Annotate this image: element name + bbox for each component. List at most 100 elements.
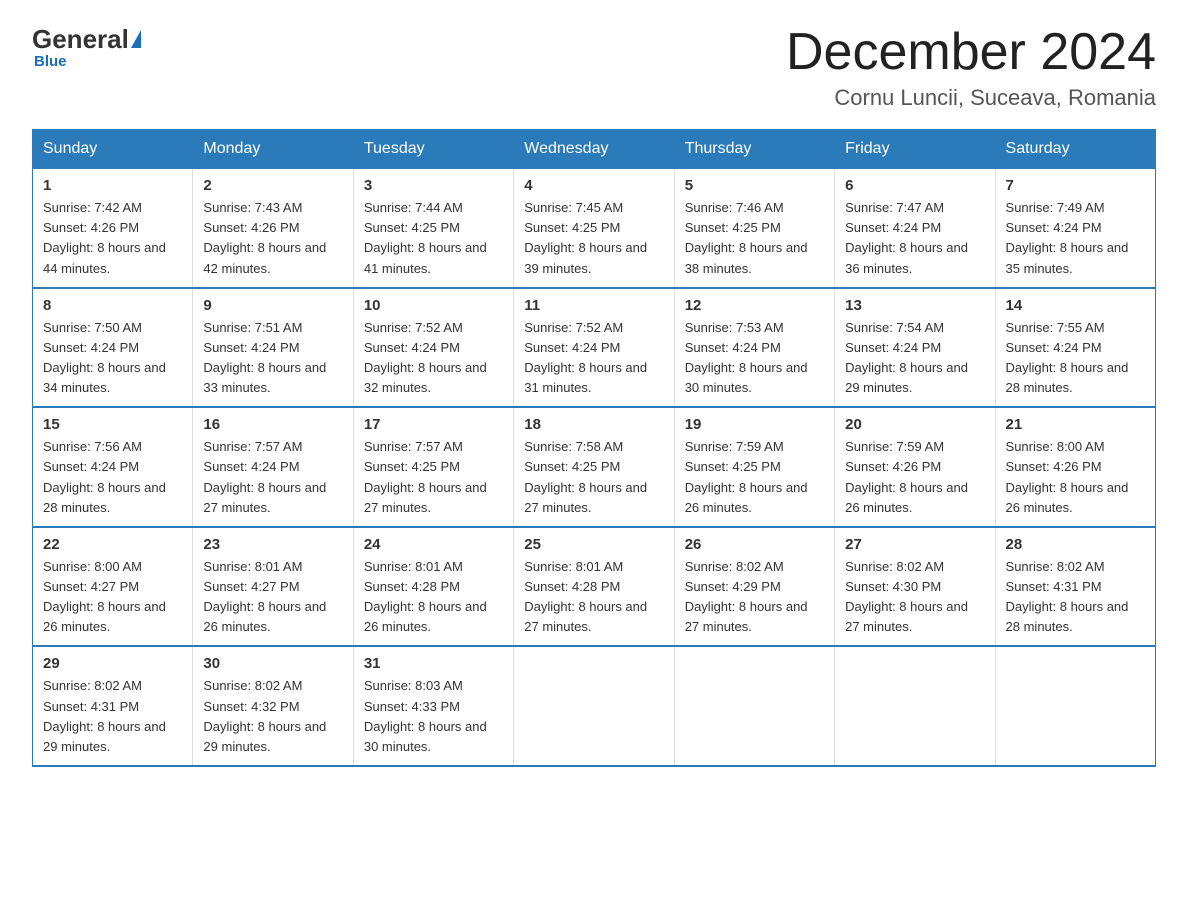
day-number: 9 [203, 297, 342, 314]
day-info: Sunrise: 7:46 AMSunset: 4:25 PMDaylight:… [685, 200, 808, 275]
day-info: Sunrise: 7:55 AMSunset: 4:24 PMDaylight:… [1006, 320, 1129, 395]
header-wednesday: Wednesday [514, 130, 674, 169]
day-info: Sunrise: 8:01 AMSunset: 4:27 PMDaylight:… [203, 559, 326, 634]
day-info: Sunrise: 7:58 AMSunset: 4:25 PMDaylight:… [524, 439, 647, 514]
day-info: Sunrise: 7:49 AMSunset: 4:24 PMDaylight:… [1006, 200, 1129, 275]
calendar-cell: 16 Sunrise: 7:57 AMSunset: 4:24 PMDaylig… [193, 407, 353, 527]
logo: General Blue [32, 24, 141, 70]
calendar-cell: 7 Sunrise: 7:49 AMSunset: 4:24 PMDayligh… [995, 169, 1155, 288]
day-number: 18 [524, 416, 663, 433]
day-number: 27 [845, 536, 984, 553]
day-number: 5 [685, 177, 824, 194]
day-number: 6 [845, 177, 984, 194]
logo-general-text: General [32, 24, 129, 55]
calendar-cell: 8 Sunrise: 7:50 AMSunset: 4:24 PMDayligh… [33, 288, 193, 408]
calendar-header: Sunday Monday Tuesday Wednesday Thursday… [33, 130, 1156, 169]
day-number: 23 [203, 536, 342, 553]
day-info: Sunrise: 8:01 AMSunset: 4:28 PMDaylight:… [364, 559, 487, 634]
calendar-cell: 12 Sunrise: 7:53 AMSunset: 4:24 PMDaylig… [674, 288, 834, 408]
day-number: 24 [364, 536, 503, 553]
header-tuesday: Tuesday [353, 130, 513, 169]
day-info: Sunrise: 7:45 AMSunset: 4:25 PMDaylight:… [524, 200, 647, 275]
day-number: 17 [364, 416, 503, 433]
calendar-cell [514, 646, 674, 766]
calendar-cell: 11 Sunrise: 7:52 AMSunset: 4:24 PMDaylig… [514, 288, 674, 408]
month-title: December 2024 [786, 24, 1156, 81]
logo-blue-part [129, 30, 141, 50]
calendar-cell: 29 Sunrise: 8:02 AMSunset: 4:31 PMDaylig… [33, 646, 193, 766]
calendar-cell: 20 Sunrise: 7:59 AMSunset: 4:26 PMDaylig… [835, 407, 995, 527]
logo-blue-text: Blue [34, 53, 67, 70]
calendar-cell: 27 Sunrise: 8:02 AMSunset: 4:30 PMDaylig… [835, 527, 995, 647]
day-info: Sunrise: 7:50 AMSunset: 4:24 PMDaylight:… [43, 320, 166, 395]
calendar-cell: 30 Sunrise: 8:02 AMSunset: 4:32 PMDaylig… [193, 646, 353, 766]
calendar-week-row: 22 Sunrise: 8:00 AMSunset: 4:27 PMDaylig… [33, 527, 1156, 647]
day-info: Sunrise: 8:00 AMSunset: 4:27 PMDaylight:… [43, 559, 166, 634]
page-header: General Blue December 2024 Cornu Luncii,… [32, 24, 1156, 111]
calendar-cell: 31 Sunrise: 8:03 AMSunset: 4:33 PMDaylig… [353, 646, 513, 766]
day-info: Sunrise: 7:56 AMSunset: 4:24 PMDaylight:… [43, 439, 166, 514]
day-number: 11 [524, 297, 663, 314]
day-info: Sunrise: 7:52 AMSunset: 4:24 PMDaylight:… [524, 320, 647, 395]
calendar-table: Sunday Monday Tuesday Wednesday Thursday… [32, 129, 1156, 767]
calendar-week-row: 1 Sunrise: 7:42 AMSunset: 4:26 PMDayligh… [33, 169, 1156, 288]
day-number: 30 [203, 655, 342, 672]
day-info: Sunrise: 7:47 AMSunset: 4:24 PMDaylight:… [845, 200, 968, 275]
day-number: 13 [845, 297, 984, 314]
day-number: 20 [845, 416, 984, 433]
day-number: 19 [685, 416, 824, 433]
day-info: Sunrise: 8:00 AMSunset: 4:26 PMDaylight:… [1006, 439, 1129, 514]
calendar-cell: 28 Sunrise: 8:02 AMSunset: 4:31 PMDaylig… [995, 527, 1155, 647]
day-number: 25 [524, 536, 663, 553]
calendar-cell: 24 Sunrise: 8:01 AMSunset: 4:28 PMDaylig… [353, 527, 513, 647]
calendar-week-row: 8 Sunrise: 7:50 AMSunset: 4:24 PMDayligh… [33, 288, 1156, 408]
day-info: Sunrise: 8:02 AMSunset: 4:31 PMDaylight:… [43, 678, 166, 753]
header-thursday: Thursday [674, 130, 834, 169]
calendar-cell [674, 646, 834, 766]
location-title: Cornu Luncii, Suceava, Romania [786, 85, 1156, 111]
calendar-cell: 1 Sunrise: 7:42 AMSunset: 4:26 PMDayligh… [33, 169, 193, 288]
calendar-cell: 4 Sunrise: 7:45 AMSunset: 4:25 PMDayligh… [514, 169, 674, 288]
day-number: 28 [1006, 536, 1145, 553]
logo-triangle-icon [131, 30, 141, 48]
calendar-body: 1 Sunrise: 7:42 AMSunset: 4:26 PMDayligh… [33, 169, 1156, 766]
title-block: December 2024 Cornu Luncii, Suceava, Rom… [786, 24, 1156, 111]
weekday-header-row: Sunday Monday Tuesday Wednesday Thursday… [33, 130, 1156, 169]
day-number: 22 [43, 536, 182, 553]
calendar-cell: 22 Sunrise: 8:00 AMSunset: 4:27 PMDaylig… [33, 527, 193, 647]
header-monday: Monday [193, 130, 353, 169]
calendar-cell: 21 Sunrise: 8:00 AMSunset: 4:26 PMDaylig… [995, 407, 1155, 527]
day-number: 15 [43, 416, 182, 433]
day-number: 16 [203, 416, 342, 433]
calendar-cell: 18 Sunrise: 7:58 AMSunset: 4:25 PMDaylig… [514, 407, 674, 527]
calendar-cell: 10 Sunrise: 7:52 AMSunset: 4:24 PMDaylig… [353, 288, 513, 408]
day-info: Sunrise: 7:51 AMSunset: 4:24 PMDaylight:… [203, 320, 326, 395]
header-sunday: Sunday [33, 130, 193, 169]
header-saturday: Saturday [995, 130, 1155, 169]
day-number: 31 [364, 655, 503, 672]
calendar-cell [835, 646, 995, 766]
day-number: 3 [364, 177, 503, 194]
calendar-cell: 14 Sunrise: 7:55 AMSunset: 4:24 PMDaylig… [995, 288, 1155, 408]
calendar-cell: 13 Sunrise: 7:54 AMSunset: 4:24 PMDaylig… [835, 288, 995, 408]
calendar-cell: 2 Sunrise: 7:43 AMSunset: 4:26 PMDayligh… [193, 169, 353, 288]
day-info: Sunrise: 7:57 AMSunset: 4:25 PMDaylight:… [364, 439, 487, 514]
day-number: 2 [203, 177, 342, 194]
day-info: Sunrise: 7:54 AMSunset: 4:24 PMDaylight:… [845, 320, 968, 395]
day-info: Sunrise: 8:02 AMSunset: 4:29 PMDaylight:… [685, 559, 808, 634]
day-info: Sunrise: 7:52 AMSunset: 4:24 PMDaylight:… [364, 320, 487, 395]
calendar-cell: 6 Sunrise: 7:47 AMSunset: 4:24 PMDayligh… [835, 169, 995, 288]
day-info: Sunrise: 8:02 AMSunset: 4:32 PMDaylight:… [203, 678, 326, 753]
calendar-cell: 25 Sunrise: 8:01 AMSunset: 4:28 PMDaylig… [514, 527, 674, 647]
day-number: 29 [43, 655, 182, 672]
calendar-week-row: 29 Sunrise: 8:02 AMSunset: 4:31 PMDaylig… [33, 646, 1156, 766]
calendar-cell: 19 Sunrise: 7:59 AMSunset: 4:25 PMDaylig… [674, 407, 834, 527]
calendar-cell: 3 Sunrise: 7:44 AMSunset: 4:25 PMDayligh… [353, 169, 513, 288]
day-info: Sunrise: 7:59 AMSunset: 4:26 PMDaylight:… [845, 439, 968, 514]
day-number: 4 [524, 177, 663, 194]
header-friday: Friday [835, 130, 995, 169]
calendar-cell: 26 Sunrise: 8:02 AMSunset: 4:29 PMDaylig… [674, 527, 834, 647]
day-info: Sunrise: 7:59 AMSunset: 4:25 PMDaylight:… [685, 439, 808, 514]
calendar-cell: 23 Sunrise: 8:01 AMSunset: 4:27 PMDaylig… [193, 527, 353, 647]
day-number: 26 [685, 536, 824, 553]
